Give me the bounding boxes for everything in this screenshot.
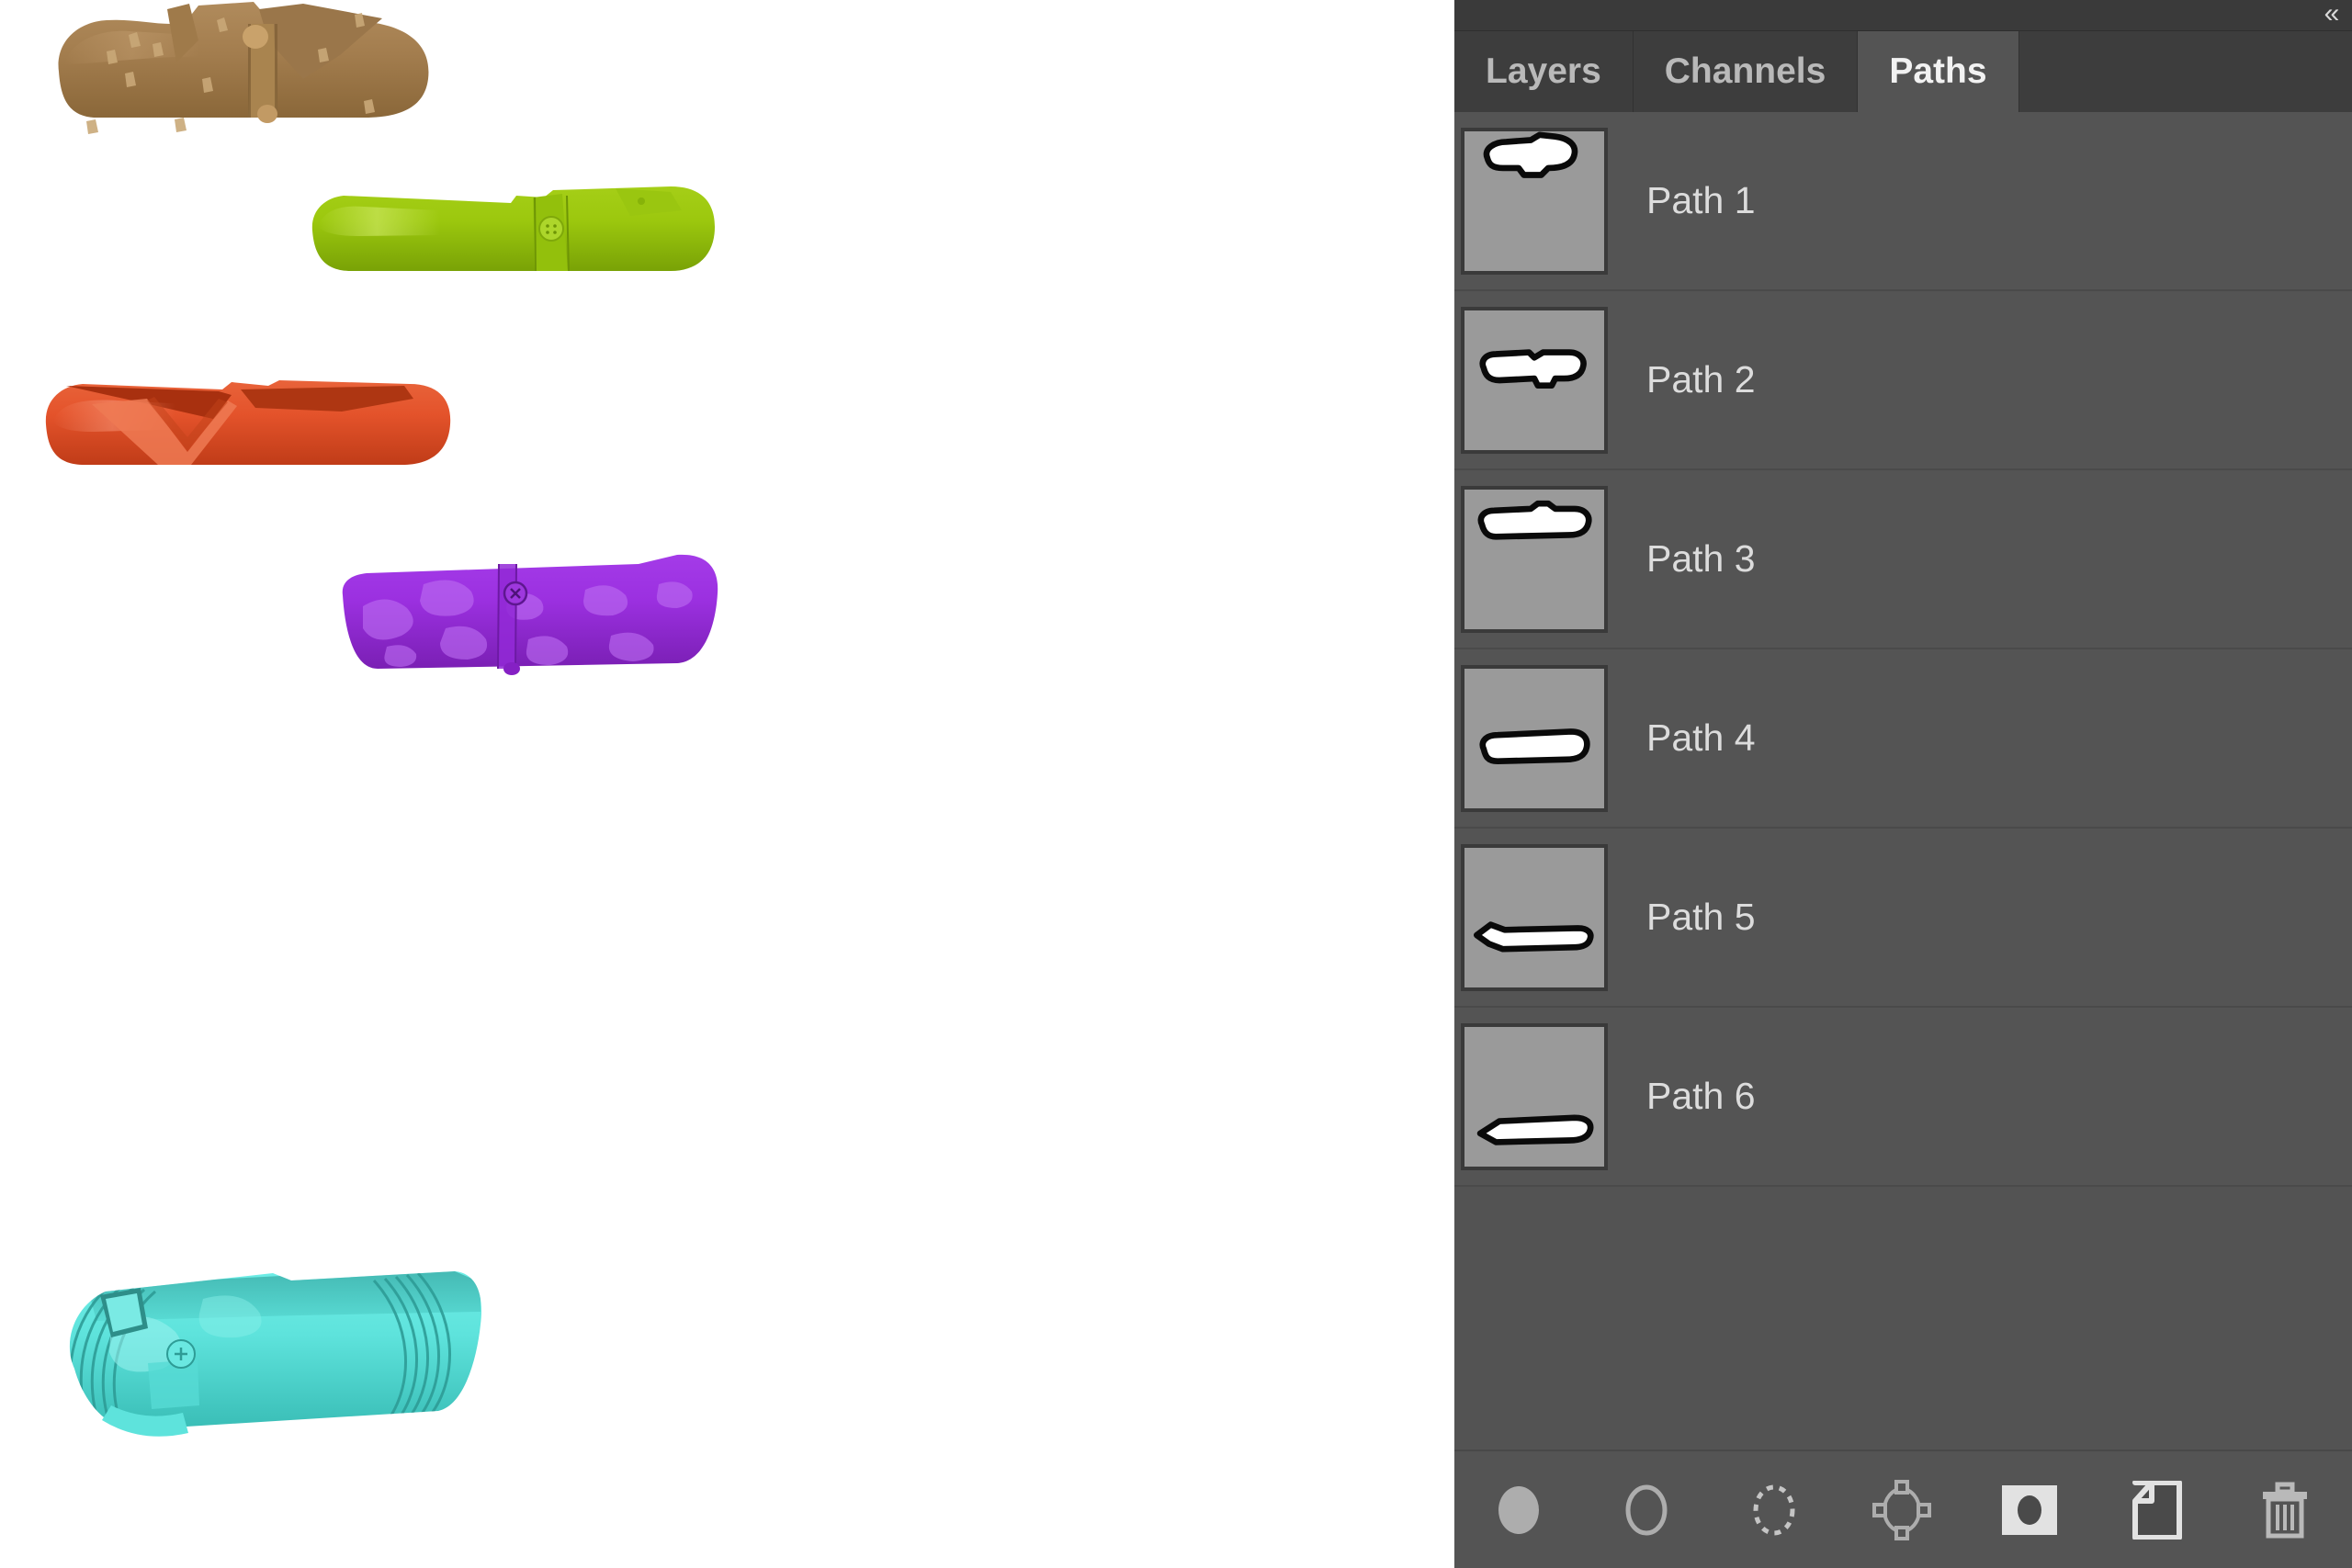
panel-titlebar: « [1454,0,2352,31]
stroke-path-icon [1625,1484,1667,1535]
path-thumbnail-1[interactable] [1461,127,1608,275]
tab-paths[interactable]: Paths [1858,31,2019,112]
stroke-path-button[interactable] [1582,1451,1710,1568]
add-mask-icon [2001,1484,2057,1535]
delete-path-button[interactable] [2221,1451,2348,1568]
collapse-to-icons-icon[interactable]: « [2312,2,2348,28]
tab-layers[interactable]: Layers [1454,31,1634,112]
path-label-4: Path 4 [1646,716,1756,759]
load-selection-button[interactable] [1710,1451,1838,1568]
path-label-3: Path 3 [1646,537,1756,580]
folded-shirt-collar-icon [1483,130,1578,178]
rolled-lime-shirt-art [311,186,715,272]
garment-rolled-orange-shirt[interactable] [39,367,457,478]
path-label-5: Path 5 [1646,896,1756,938]
rolled-cyan-shirt-art [69,1271,481,1437]
new-path-icon [2132,1480,2182,1540]
load-selection-icon [1753,1484,1794,1535]
make-work-path-icon [1871,1479,1931,1540]
rolled-shirt-taper-icon [1476,1113,1594,1145]
paths-panel: « Layers Channels Paths Path 1 Path 2 Pa… [1454,0,2352,1568]
path-row-2[interactable]: Path 2 [1454,291,2352,470]
new-path-button[interactable] [2093,1451,2221,1568]
path-list[interactable]: Path 1 Path 2 Path 3 Path 4 Path 5 Path … [1454,112,2352,1450]
garment-folded-tan-shirt[interactable] [28,0,450,156]
rolled-purple-shirt-art [342,554,718,675]
fill-path-icon [1498,1485,1539,1534]
folded-tan-shirt-art [58,2,429,134]
path-label-6: Path 6 [1646,1075,1756,1117]
rolled-shirt-vneck-icon [1477,500,1592,540]
path-thumbnail-6[interactable] [1461,1022,1608,1170]
garment-rolled-purple-shirt[interactable] [335,551,726,680]
garment-rolled-cyan-shirt[interactable] [23,1268,492,1442]
paths-panel-footer [1454,1450,2352,1568]
tab-strip-filler [2018,31,2352,112]
path-label-1: Path 1 [1646,179,1756,221]
path-thumbnail-3[interactable] [1461,485,1608,633]
path-row-6[interactable]: Path 6 [1454,1008,2352,1187]
tab-channels[interactable]: Channels [1633,31,1859,112]
path-row-4[interactable]: Path 4 [1454,649,2352,829]
rolled-orange-shirt-art [45,380,451,465]
document-canvas[interactable] [0,0,1454,1568]
path-thumbnail-5[interactable] [1461,843,1608,991]
path-thumbnail-4[interactable] [1461,664,1608,812]
garment-rolled-lime-shirt[interactable] [303,179,721,285]
rolled-shirt-camo-icon [1473,920,1594,953]
add-mask-button[interactable] [1965,1451,2093,1568]
make-work-path-button[interactable] [1838,1451,1965,1568]
path-row-1[interactable]: Path 1 [1454,112,2352,291]
rolled-shirt-placket-icon [1479,348,1587,389]
panel-tab-strip: Layers Channels Paths [1454,31,2352,112]
path-row-3[interactable]: Path 3 [1454,470,2352,649]
fill-path-button[interactable] [1454,1451,1582,1568]
delete-path-icon [2262,1482,2307,1538]
path-row-5[interactable]: Path 5 [1454,829,2352,1008]
rolled-shirt-plain-icon [1479,728,1590,764]
photoshop-window: « Layers Channels Paths Path 1 Path 2 Pa… [0,0,2352,1568]
path-thumbnail-2[interactable] [1461,306,1608,454]
path-label-2: Path 2 [1646,358,1756,400]
